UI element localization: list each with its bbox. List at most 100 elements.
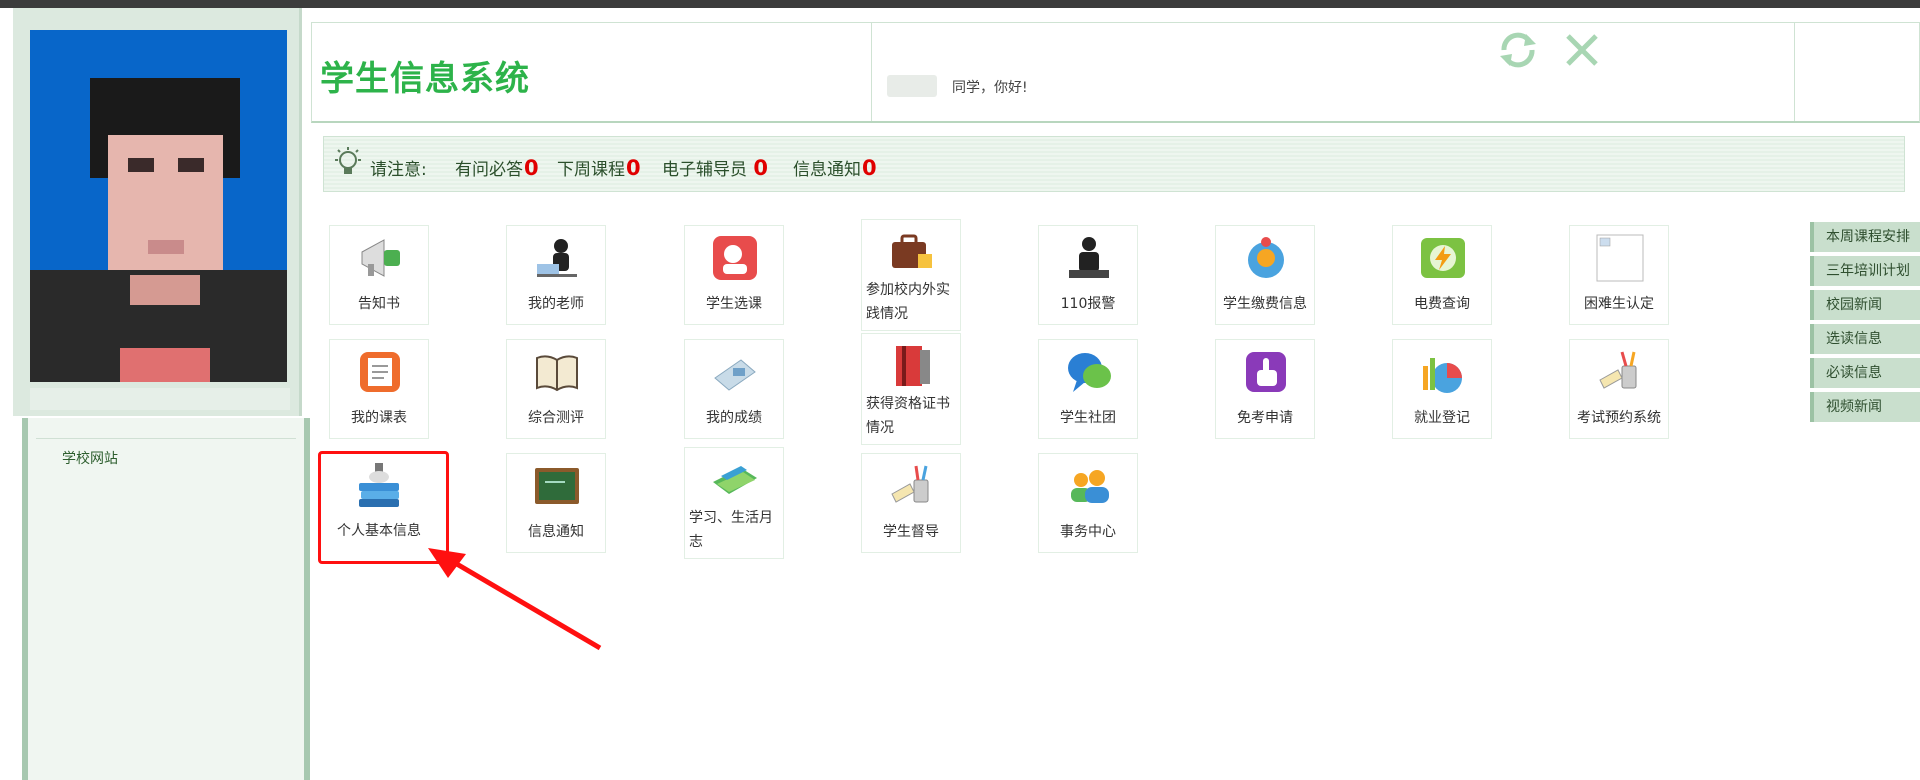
- notice-count: 0: [524, 156, 539, 180]
- header: 学生信息系统 同学，你好!: [311, 22, 1920, 123]
- school-website-link[interactable]: 学校网站: [62, 448, 118, 468]
- tile-label: 参加校内外实践情况: [866, 282, 950, 322]
- tile-my-schedule[interactable]: 我的课表: [329, 339, 429, 439]
- notice-info[interactable]: 信息通知0: [793, 155, 877, 180]
- notebooks-icon: [713, 466, 757, 494]
- photo-face: [108, 135, 223, 285]
- tile-label: 考试预约系统: [1577, 410, 1661, 426]
- tile-label: 事务中心: [1060, 524, 1116, 540]
- photo-caption-bar: [30, 388, 290, 410]
- notice-item-label: 信息通知: [793, 160, 861, 180]
- notice-item-label: 下周课程: [557, 160, 625, 180]
- tile-label: 学生选课: [706, 296, 762, 312]
- tile-110-alarm[interactable]: 110报警: [1038, 225, 1138, 325]
- tile-practice[interactable]: 参加校内外实践情况: [861, 219, 961, 331]
- tile-label: 学生督导: [883, 524, 939, 540]
- tile-exam-exemption[interactable]: 免考申请: [1215, 339, 1315, 439]
- certificate-icon: [896, 346, 930, 386]
- photo-neck: [130, 275, 200, 305]
- pencil-cup-icon: [1599, 351, 1637, 389]
- right-menu-campus-news[interactable]: 校园新闻: [1810, 290, 1920, 320]
- tile-hardship-certification[interactable]: 困难生认定: [1569, 225, 1669, 325]
- right-menu-optional-reading[interactable]: 选读信息: [1810, 324, 1920, 354]
- tile-label: 获得资格证书情况: [866, 396, 950, 436]
- tile-study-life-journal[interactable]: 学习、生活月志: [684, 447, 784, 559]
- notice-e-counselor[interactable]: 电子辅导员 0: [662, 155, 768, 180]
- system-title: 学生信息系统: [320, 59, 530, 99]
- notice-item-label: 电子辅导员: [662, 160, 747, 180]
- photo-mouth: [148, 240, 184, 254]
- chalkboard-icon: [535, 468, 579, 504]
- right-menu-training-plan[interactable]: 三年培训计划: [1810, 256, 1920, 286]
- nav-panel: 学校网站: [22, 418, 310, 780]
- student-photo: [30, 30, 287, 382]
- notice-label: 请注意:: [370, 160, 427, 180]
- lightbulb-icon: [335, 147, 361, 174]
- right-menu-required-reading[interactable]: 必读信息: [1810, 358, 1920, 388]
- tile-label: 就业登记: [1414, 410, 1470, 426]
- tile-comprehensive-evaluation[interactable]: 综合测评: [506, 339, 606, 439]
- tile-certificates[interactable]: 获得资格证书情况: [861, 333, 961, 445]
- photo-eye: [128, 158, 154, 172]
- tile-student-clubs[interactable]: 学生社团: [1038, 339, 1138, 439]
- grades-icon: [714, 359, 756, 391]
- notice-count: 0: [862, 156, 877, 180]
- photo-eye: [178, 158, 204, 172]
- tile-label: 电费查询: [1414, 296, 1470, 312]
- pie-chart-icon: [1423, 358, 1462, 393]
- electricity-icon: [1421, 238, 1465, 278]
- people-icon: [1071, 470, 1109, 503]
- right-menu-video-news[interactable]: 视频新闻: [1810, 392, 1920, 422]
- tile-label: 我的老师: [528, 296, 584, 312]
- notice-next-week-courses[interactable]: 下周课程0: [557, 155, 641, 180]
- chat-bubbles-icon: [1068, 353, 1111, 392]
- tile-label: 110报警: [1060, 296, 1116, 312]
- tile-my-teacher[interactable]: 我的老师: [506, 225, 606, 325]
- tile-label: 困难生认定: [1584, 296, 1654, 312]
- course-select-icon: [713, 236, 757, 280]
- book-icon: [536, 355, 578, 392]
- tile-label: 学生缴费信息: [1223, 296, 1307, 312]
- tile-label: 信息通知: [528, 524, 584, 540]
- header-divider: [1794, 23, 1795, 121]
- notice-count: 0: [753, 156, 769, 180]
- notice-count: 0: [626, 156, 641, 180]
- browser-top-bar: [0, 0, 1920, 8]
- refresh-icon[interactable]: [1496, 28, 1540, 72]
- tile-course-selection[interactable]: 学生选课: [684, 225, 784, 325]
- right-menu-weekly-courses[interactable]: 本周课程安排: [1810, 222, 1920, 252]
- close-icon[interactable]: [1560, 28, 1604, 72]
- payment-icon: [1248, 237, 1284, 278]
- photo-collar: [120, 348, 210, 382]
- tile-label: 综合测评: [528, 410, 584, 426]
- tile-electricity-query[interactable]: 电费查询: [1392, 225, 1492, 325]
- tile-payment-info[interactable]: 学生缴费信息: [1215, 225, 1315, 325]
- megaphone-icon: [361, 239, 400, 277]
- tile-label: 学生社团: [1060, 410, 1116, 426]
- photo-frame: [13, 8, 302, 416]
- header-divider: [871, 23, 872, 121]
- notice-qa[interactable]: 有问必答0: [455, 155, 539, 180]
- tile-label: 学习、生活月志: [689, 510, 773, 550]
- tile-info-notice[interactable]: 信息通知: [506, 453, 606, 553]
- tile-employment-registration[interactable]: 就业登记: [1392, 339, 1492, 439]
- supervision-icon: [891, 465, 929, 503]
- notice-item-label: 有问必答: [455, 160, 523, 180]
- hand-pointer-icon: [1246, 352, 1286, 392]
- schedule-icon: [360, 352, 400, 392]
- student-name-redacted: [887, 75, 937, 97]
- tile-label: 免考申请: [1237, 410, 1293, 426]
- tile-exam-booking[interactable]: 考试预约系统: [1569, 339, 1669, 439]
- briefcase-icon: [892, 234, 932, 268]
- broken-image-icon: [1596, 234, 1644, 282]
- right-menu: 本周课程安排 三年培训计划 校园新闻 选读信息 必读信息 视频新闻: [1810, 222, 1920, 426]
- notice-bar: 请注意: 有问必答0 下周课程0 电子辅导员 0 信息通知0: [323, 136, 1905, 192]
- tile-affairs-center[interactable]: 事务中心: [1038, 453, 1138, 553]
- tile-student-supervision[interactable]: 学生督导: [861, 453, 961, 553]
- nav-divider: [36, 438, 296, 439]
- tile-notice-letter[interactable]: 告知书: [329, 225, 429, 325]
- tile-label: 告知书: [358, 296, 400, 312]
- annotation-arrow-icon: [428, 548, 602, 651]
- tile-my-grades[interactable]: 我的成绩: [684, 339, 784, 439]
- tile-label: 我的成绩: [706, 410, 762, 426]
